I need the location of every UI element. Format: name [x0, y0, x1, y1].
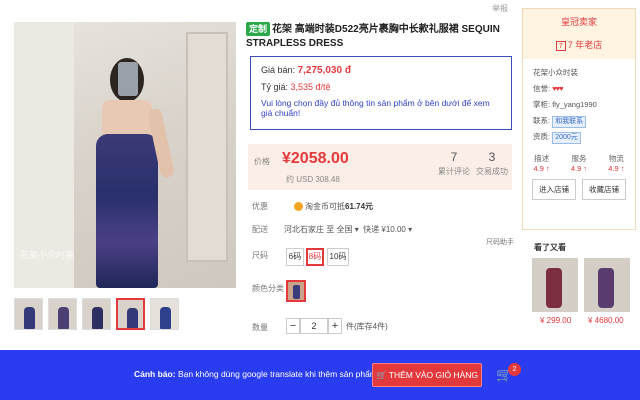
shop-info: 花架小众时装 信誉: ♥♥♥ 掌柜: fly_yang1990 联系: 和我联系… [523, 59, 635, 151]
size-helper-link[interactable]: 尺码助手 [486, 237, 514, 247]
shop-name[interactable]: 花架小众时装 [533, 65, 625, 81]
price-note: Vui lòng chọn đầy đủ thông tin sản phẩm … [261, 98, 490, 118]
thumbnail-1[interactable] [14, 298, 43, 330]
seller-level: 皇冠卖家 [560, 17, 597, 27]
promo-text: 淘金币可抵 [305, 202, 345, 211]
color-swatch-selected[interactable] [286, 280, 306, 302]
score-logistics: 物流 4.9 ↑ [608, 154, 625, 173]
usd-price: 约 USD 308.48 [286, 175, 340, 184]
favorite-shop-button[interactable]: 收藏店铺 [582, 179, 626, 200]
add-to-cart-button[interactable]: 🛒 THÊM VÀO GIỎ HÀNG [372, 363, 482, 387]
vn-price-box: Giá bán: 7,275,030 đ Tỷ giá: 3,535 đ/tệ … [250, 56, 512, 130]
promo-row: 优惠 淘金币可抵61.74元 [252, 201, 373, 212]
vn-price-value: 7,275,030 đ [297, 65, 351, 76]
product-title-text: 花架 高端时装D522亮片裹胸中长款礼服裙 SEQUIN STRAPLESS D… [246, 24, 500, 49]
shop-years: 77 年老店 [523, 38, 635, 51]
ship-to-dropdown[interactable]: 全国 ▾ [336, 225, 358, 234]
quantity-input[interactable]: 2 [300, 318, 328, 334]
enter-shop-button[interactable]: 进入店铺 [532, 179, 576, 200]
bottom-action-bar: Cảnh báo: Bạn không dùng google translat… [0, 350, 640, 400]
cart-count-badge: 2 [508, 363, 521, 376]
shop-owner[interactable]: fly_yang1990 [552, 100, 597, 109]
thumbnail-3[interactable] [82, 298, 111, 330]
price-value: ¥2058.00 [282, 150, 349, 167]
stock-text: 件(库存4件) [346, 322, 388, 331]
promo-amount: 61.74元 [345, 202, 374, 211]
quantity-label: 数量 [252, 323, 268, 332]
exchange-rate-value: 3,535 đ/tệ [290, 82, 331, 92]
image-sequin-dress [96, 134, 158, 288]
product-title: 定制 花架 高端时装D522亮片裹胸中长款礼服裙 SEQUIN STRAPLESS… [246, 22, 516, 51]
score-service: 服务 4.9 ↑ [570, 154, 588, 173]
size-label: 尺码 [252, 251, 268, 260]
image-watermark: 花架小众时装 [20, 250, 75, 260]
vn-price-label: Giá bán: [261, 65, 296, 75]
image-phone [118, 62, 138, 96]
content-fade [240, 334, 520, 350]
reviews-stat[interactable]: 7 累计评论 [434, 150, 474, 177]
also-viewed-item-1[interactable] [532, 258, 578, 312]
shop-panel: 皇冠卖家 77 年老店 花架小众时装 信誉: ♥♥♥ 掌柜: fly_yang1… [522, 8, 636, 230]
contact-button[interactable]: 和我联系 [552, 116, 587, 128]
ship-fee-dropdown[interactable]: 快递 ¥10.00 ▾ [363, 225, 412, 234]
report-link[interactable]: 举报 [492, 3, 508, 14]
color-label: 颜色分类 [252, 284, 284, 293]
shop-scores: 描述 4.9 ↑ 服务 4.9 ↑ 物流 4.9 ↑ [523, 151, 635, 175]
ship-from: 河北石家庄 至 [284, 225, 335, 234]
price-label: 价格 [254, 157, 270, 166]
size-option-6[interactable]: 6码 [286, 248, 304, 266]
translate-warning: Cảnh báo: Bạn không dùng google translat… [134, 369, 380, 379]
size-option-10[interactable]: 10码 [327, 248, 349, 266]
shop-header: 皇冠卖家 77 年老店 [523, 9, 635, 59]
main-product-image[interactable]: 花架小众时装 [14, 22, 236, 288]
shop-buttons: 进入店铺 收藏店铺 [523, 179, 635, 200]
exchange-rate-label: Tỷ giá: [261, 82, 289, 92]
shipping-row: 河北石家庄 至 全国 ▾ 快递 ¥10.00 ▾ [284, 224, 412, 235]
coin-icon [294, 202, 303, 212]
promo-label: 优惠 [252, 202, 268, 211]
deposit-badge: 2000元 [552, 132, 581, 144]
product-page: 花架小众时装 举报 定制 花架 高端时装D522亮片裹胸中长款礼服裙 SEQUIN… [0, 0, 640, 400]
thumbnail-strip [14, 298, 179, 330]
credit-hearts-icon: ♥♥♥ [552, 84, 563, 93]
also-viewed-price-2: ¥ 4680.00 [588, 316, 624, 325]
thumbnail-4-selected[interactable] [116, 298, 145, 330]
years-icon: 7 [555, 40, 566, 51]
quantity-plus-button[interactable]: + [328, 318, 342, 334]
quantity-minus-button[interactable]: − [286, 318, 300, 334]
thumbnail-2[interactable] [48, 298, 77, 330]
shipping-label: 配送 [252, 225, 268, 234]
custom-tag: 定制 [246, 22, 271, 36]
also-viewed-title: 看了又看 [534, 243, 566, 252]
size-option-8-selected[interactable]: 8码 [306, 248, 324, 266]
also-viewed-price-1: ¥ 299.00 [540, 316, 572, 325]
score-description: 描述 4.9 ↑ [533, 154, 550, 173]
thumbnail-5[interactable] [150, 298, 179, 330]
sales-stat: 3 交易成功 [476, 150, 508, 176]
price-area: 价格 ¥2058.00 约 USD 308.48 7 累计评论 3 交易成功 [248, 144, 512, 190]
also-viewed-item-2[interactable] [584, 258, 630, 312]
image-door [186, 32, 228, 262]
